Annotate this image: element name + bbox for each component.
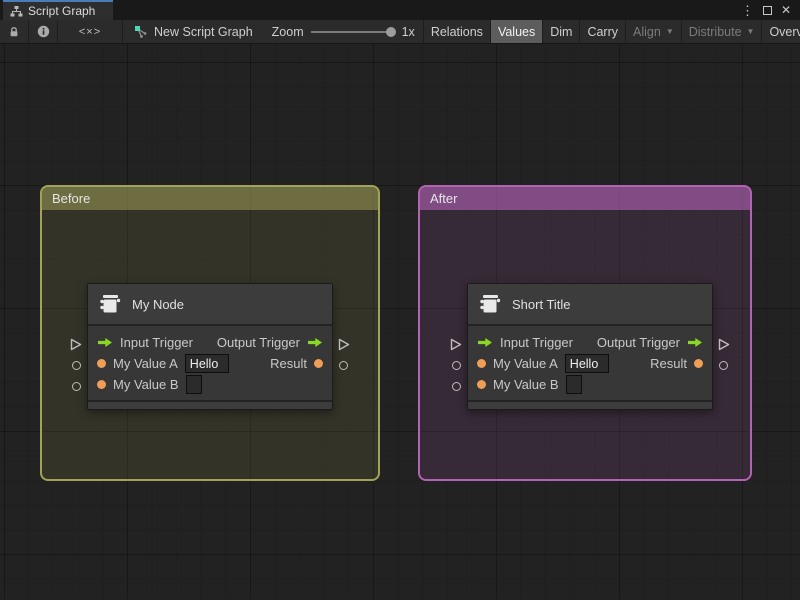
window-titlebar: Script Graph ⋮ ✕ [0, 0, 800, 20]
circle-outline-icon[interactable] [339, 361, 348, 370]
arrow-right-icon[interactable] [687, 337, 703, 348]
node-body: Input Trigger Output Trigger My Value A … [88, 326, 332, 400]
unit-node-icon [100, 295, 121, 313]
circle-outline-icon[interactable] [719, 361, 728, 370]
value-a-label: My Value A [493, 356, 558, 371]
dot-icon[interactable] [97, 380, 106, 389]
info-button[interactable] [29, 20, 57, 43]
value-a-input[interactable] [184, 354, 229, 373]
input-trigger-label: Input Trigger [120, 335, 193, 350]
node-footer [468, 400, 712, 409]
zoom-label: Zoom [271, 24, 304, 39]
values-toggle[interactable]: Values [490, 20, 543, 43]
result-label: Result [270, 356, 307, 371]
output-trigger-label: Output Trigger [216, 335, 300, 350]
group-before-header[interactable]: Before [42, 187, 378, 210]
group-before-label: Before [52, 191, 91, 206]
circle-outline-icon[interactable] [452, 361, 461, 370]
zoom-slider-handle[interactable] [385, 26, 396, 37]
align-label: Align [633, 24, 661, 39]
graph-toolbar: <×> New Script Graph Zoom 1x Relations V… [0, 20, 800, 44]
node-title: Short Title [512, 296, 571, 312]
triangle-outline-icon[interactable] [718, 338, 730, 351]
port-row-value-b: My Value B [88, 374, 332, 395]
value-b-label: My Value B [493, 377, 559, 392]
port-row-value-b: My Value B [468, 374, 712, 395]
port-row-triggers: Input Trigger Output Trigger [88, 332, 332, 353]
close-icon[interactable]: ✕ [781, 4, 791, 16]
chevron-down-icon: ▼ [746, 27, 755, 36]
group-after-label: After [430, 191, 458, 206]
node-footer [88, 400, 332, 409]
value-b-input[interactable] [185, 375, 202, 394]
port-row-value-a: My Value A Result [468, 353, 712, 374]
dot-icon[interactable] [314, 359, 323, 368]
hierarchy-icon [10, 5, 23, 16]
lock-button[interactable] [0, 20, 28, 43]
result-label: Result [650, 356, 687, 371]
toolbar-toggle-group: Relations Values Dim Carry Align ▼ Distr… [422, 20, 800, 43]
input-trigger-label: Input Trigger [500, 335, 573, 350]
tab-script-graph[interactable]: Script Graph [3, 0, 113, 20]
value-a-label: My Value A [113, 356, 178, 371]
node-short-title[interactable]: Short Title Input Trigger Output Trigger… [450, 283, 730, 410]
zoom-slider[interactable] [310, 26, 396, 37]
port-row-triggers: Input Trigger Output Trigger [468, 332, 712, 353]
dot-icon[interactable] [97, 359, 106, 368]
value-b-input[interactable] [565, 375, 582, 394]
zoom-value: 1x [401, 24, 415, 39]
lock-icon [10, 26, 18, 36]
node-header[interactable]: Short Title [468, 284, 712, 326]
dot-icon[interactable] [477, 380, 486, 389]
kebab-menu-icon[interactable]: ⋮ [741, 4, 754, 17]
output-trigger-label: Output Trigger [596, 335, 680, 350]
distribute-dropdown[interactable]: Distribute ▼ [682, 20, 762, 43]
graph-asset-name: New Script Graph [154, 24, 253, 39]
node-my-node[interactable]: My Node Input Trigger Output Trigger My … [70, 283, 350, 410]
group-after-header[interactable]: After [420, 187, 750, 210]
carry-toggle[interactable]: Carry [580, 20, 625, 43]
value-b-label: My Value B [113, 377, 179, 392]
unit-node-icon [480, 295, 501, 313]
graph-asset-breadcrumb[interactable]: New Script Graph [123, 20, 264, 43]
align-dropdown[interactable]: Align ▼ [626, 20, 681, 43]
relations-toggle[interactable]: Relations [424, 20, 490, 43]
triangle-outline-icon[interactable] [70, 338, 82, 351]
tab-label: Script Graph [28, 4, 96, 18]
overview-button[interactable]: Overview [762, 20, 800, 43]
port-row-value-a: My Value A Result [88, 353, 332, 374]
chevron-down-icon: ▼ [665, 27, 674, 36]
distribute-label: Distribute [688, 24, 742, 39]
arrow-right-icon[interactable] [97, 337, 113, 348]
dot-icon[interactable] [477, 359, 486, 368]
script-graph-icon [135, 25, 147, 38]
circle-outline-icon[interactable] [452, 382, 461, 391]
triangle-outline-icon[interactable] [338, 338, 350, 351]
graph-canvas[interactable]: Before After My Node Input Trigger Outpu… [0, 44, 800, 599]
info-icon [37, 25, 49, 38]
node-body: Input Trigger Output Trigger My Value A … [468, 326, 712, 400]
node-header[interactable]: My Node [88, 284, 332, 326]
maximize-icon[interactable] [762, 5, 772, 15]
dim-toggle[interactable]: Dim [543, 20, 579, 43]
circle-outline-icon[interactable] [72, 382, 81, 391]
zoom-control: Zoom 1x [264, 20, 423, 43]
window-controls: ⋮ ✕ [741, 0, 800, 20]
angle-x-icon: <×> [78, 25, 102, 38]
arrow-right-icon[interactable] [307, 337, 323, 348]
value-a-input[interactable] [564, 354, 609, 373]
node-title: My Node [132, 296, 185, 312]
circle-outline-icon[interactable] [72, 361, 81, 370]
triangle-outline-icon[interactable] [450, 338, 462, 351]
arrow-right-icon[interactable] [477, 337, 493, 348]
code-preview-button[interactable]: <×> [58, 20, 122, 43]
dot-icon[interactable] [694, 359, 703, 368]
